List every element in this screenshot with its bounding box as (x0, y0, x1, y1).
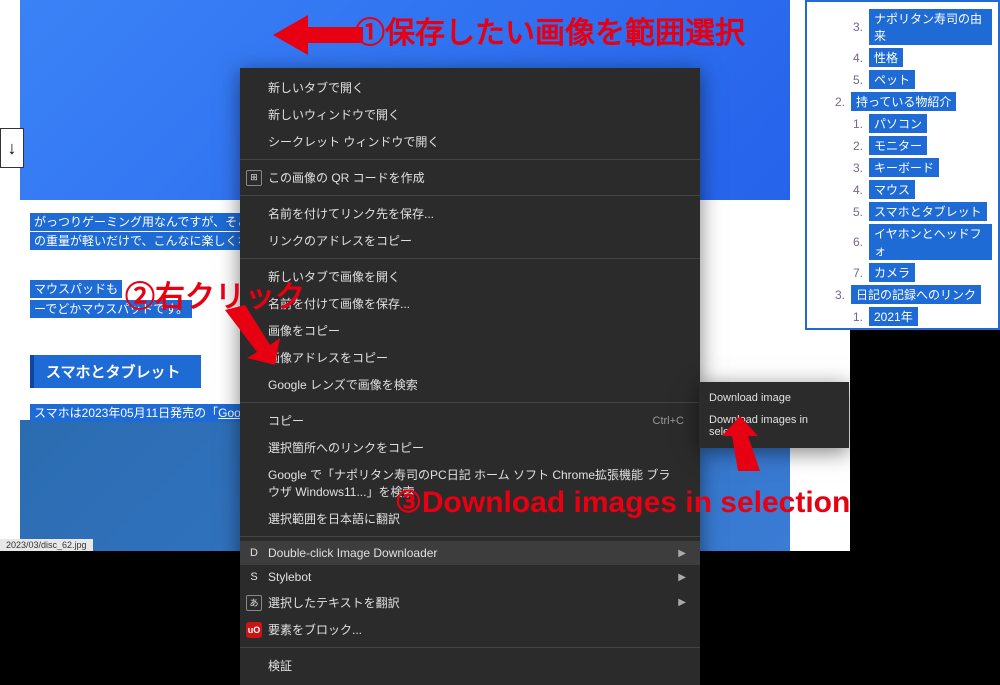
toc-item[interactable]: 3. キーボード (813, 158, 992, 177)
toc-item[interactable]: 4. マウス (813, 180, 992, 199)
toc-item-number: 1. (849, 117, 863, 131)
toc-item-label: パソコン (869, 114, 927, 133)
section-header-smartphone-tablet[interactable]: スマホとタブレット (30, 355, 201, 388)
chevron-right-icon: ▶ (678, 548, 686, 559)
toc-item-number: 4. (849, 183, 863, 197)
toc-item[interactable]: 7. カメラ (813, 263, 992, 282)
toc-item-number: 2. (831, 95, 845, 109)
menu-open-incognito[interactable]: シークレット ウィンドウで開く (240, 128, 700, 155)
toc-item-number: 5. (849, 73, 863, 87)
menu-separator (240, 402, 700, 403)
toc-item-number: 3. (831, 288, 845, 302)
extension-s-icon: S (246, 569, 262, 585)
menu-copy[interactable]: コピー Ctrl+C (240, 407, 700, 434)
translate-icon: あ (246, 595, 262, 611)
toc-item[interactable]: 2. 持っている物紹介 (813, 92, 992, 111)
menu-save-image-as[interactable]: 名前を付けて画像を保存... (240, 290, 700, 317)
qr-icon: ⊞ (246, 170, 262, 186)
arrow-annotation-3 (710, 416, 770, 476)
ublock-icon: uO (246, 622, 262, 638)
menu-copy-link-address[interactable]: リンクのアドレスをコピー (240, 227, 700, 254)
arrow-annotation-2 (215, 300, 285, 370)
menu-copy-image[interactable]: 画像をコピー (240, 317, 700, 344)
menu-copy-image-address[interactable]: 画像アドレスをコピー (240, 344, 700, 371)
toc-item-number: 3. (849, 20, 863, 34)
toc-item-label: 持っている物紹介 (851, 92, 956, 111)
menu-block-element[interactable]: uO 要素をブロック... (240, 616, 700, 643)
annotation-step3: ③Download images in selection (395, 485, 850, 520)
extension-d-icon: D (246, 545, 262, 561)
toc-item-number: 5. (849, 205, 863, 219)
toc-item-label: 性格 (869, 48, 903, 67)
body-paragraph: がっつりゲーミング用なんですが、そこ (30, 213, 253, 232)
toc-item[interactable]: 4. 性格 (813, 48, 992, 67)
toc-item[interactable]: 1. パソコン (813, 114, 992, 133)
toc-item-number: 1. (849, 310, 863, 324)
menu-separator (240, 258, 700, 259)
body-paragraph: マウスパッドも (30, 280, 122, 299)
toc-item[interactable]: 5. ペット (813, 70, 992, 89)
toc-item-label: ペット (869, 70, 915, 89)
scroll-down-button[interactable]: ↓ (0, 128, 24, 168)
shortcut-label: Ctrl+C (653, 415, 684, 427)
toc-item-label: モニター (869, 136, 927, 155)
arrow-down-icon: ↓ (8, 138, 17, 159)
menu-save-link-as[interactable]: 名前を付けてリンク先を保存... (240, 200, 700, 227)
menu-separator (240, 536, 700, 537)
menu-create-qr[interactable]: ⊞ この画像の QR コードを作成 (240, 164, 700, 191)
menu-separator (240, 159, 700, 160)
menu-double-click-image-downloader[interactable]: D Double-click Image Downloader ▶ (240, 541, 700, 565)
submenu-download-image[interactable]: Download image (699, 387, 849, 409)
chevron-right-icon: ▶ (678, 597, 686, 608)
toc-item-label: 日記の記録へのリンク (851, 285, 981, 304)
toc-item-label: スマホとタブレット (869, 202, 987, 221)
menu-open-new-window[interactable]: 新しいウィンドウで開く (240, 101, 700, 128)
annotation-step1: ①保存したい画像を範囲選択 (355, 8, 745, 52)
toc-item-label: カメラ (869, 263, 915, 282)
chevron-right-icon: ▶ (678, 572, 686, 583)
menu-translate-selected-text[interactable]: あ 選択したテキストを翻訳 ▶ (240, 589, 700, 616)
menu-copy-link-to-selection[interactable]: 選択箇所へのリンクをコピー (240, 434, 700, 461)
toc-item-label: キーボード (869, 158, 939, 177)
toc-item-label: マウス (869, 180, 915, 199)
toc-item-number: 3. (849, 161, 863, 175)
context-menu: 新しいタブで開く 新しいウィンドウで開く シークレット ウィンドウで開く ⊞ こ… (240, 68, 700, 685)
toc-item-number: 2. (849, 139, 863, 153)
menu-stylebot[interactable]: S Stylebot ▶ (240, 565, 700, 589)
toc-item[interactable]: 6. イヤホンとヘッドフォ (813, 224, 992, 260)
menu-open-image-new-tab[interactable]: 新しいタブで画像を開く (240, 263, 700, 290)
status-bar: 2023/03/disc_62.jpg (0, 539, 93, 551)
table-of-contents[interactable]: 3. ナポリタン寿司の由来 4. 性格 5. ペット 2. 持っている物紹介 1. パソコン 2. モ… (805, 0, 1000, 330)
toc-item[interactable]: 5. スマホとタブレット (813, 202, 992, 221)
toc-item-label: 2021年 (869, 307, 918, 326)
toc-item-number: 6. (849, 235, 863, 249)
body-paragraph: スマホは2023年05月11日発売の「Goog (30, 404, 252, 423)
menu-separator (240, 647, 700, 648)
toc-item[interactable]: 1. 2021年 (813, 307, 992, 326)
arrow-annotation-1 (273, 10, 363, 60)
toc-item[interactable]: 2. モニター (813, 136, 992, 155)
toc-item[interactable]: 3. ナポリタン寿司の由来 (813, 9, 992, 45)
toc-item[interactable]: 3. 日記の記録へのリンク (813, 285, 992, 304)
menu-separator (240, 195, 700, 196)
body-paragraph: の重量が軽いだけで、こんなに楽しくな (30, 232, 254, 251)
menu-google-lens[interactable]: Google レンズで画像を検索 (240, 371, 700, 398)
toc-item-number: 4. (849, 51, 863, 65)
toc-item-label: イヤホンとヘッドフォ (869, 224, 992, 260)
toc-item-label: ナポリタン寿司の由来 (869, 9, 992, 45)
menu-open-new-tab[interactable]: 新しいタブで開く (240, 74, 700, 101)
toc-item-number: 7. (849, 266, 863, 280)
menu-inspect[interactable]: 検証 (240, 652, 700, 679)
